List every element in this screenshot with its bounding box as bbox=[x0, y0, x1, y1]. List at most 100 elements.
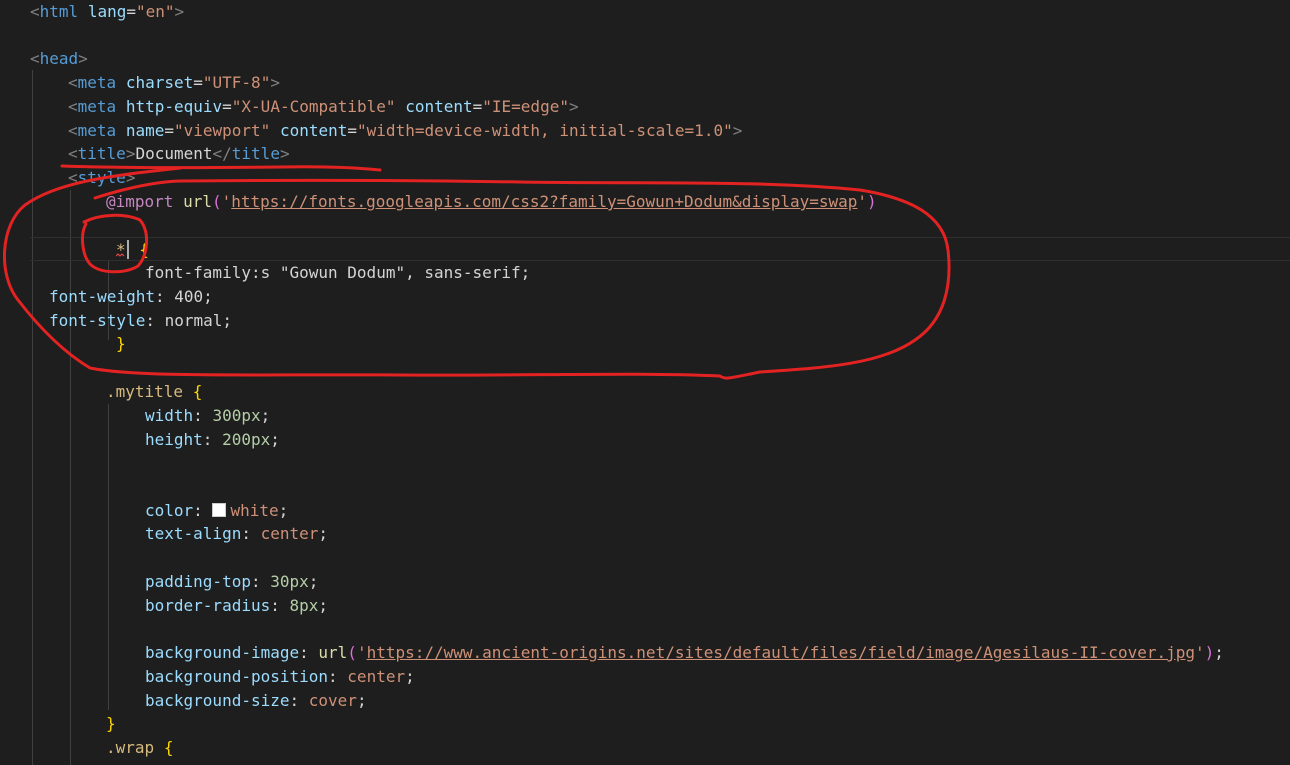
css-value: white bbox=[230, 501, 279, 520]
css-selector: .mytitle bbox=[106, 382, 184, 401]
tag-name: meta bbox=[77, 73, 117, 92]
css-value: normal bbox=[164, 311, 223, 330]
tag-name: meta bbox=[77, 97, 117, 116]
css-value: 300px bbox=[212, 406, 261, 425]
css-property: font-style bbox=[49, 311, 146, 330]
colon: : bbox=[193, 501, 213, 520]
code-line-width[interactable]: width: 300px; bbox=[145, 404, 270, 428]
css-value: 200px bbox=[222, 430, 271, 449]
css-property: background-position bbox=[145, 667, 329, 686]
attr-name: http-equiv bbox=[125, 97, 223, 116]
semicolon: ; bbox=[356, 691, 367, 710]
code-line-html[interactable]: <html lang="en"> bbox=[30, 0, 184, 24]
code-line-meta-charset[interactable]: <meta charset="UTF-8"> bbox=[68, 71, 280, 95]
import-url-link[interactable]: https://fonts.googleapis.com/css2?family… bbox=[231, 192, 857, 211]
tag-bracket: </ bbox=[212, 144, 232, 163]
code-line-color[interactable]: color: white; bbox=[145, 499, 288, 523]
quote: ' bbox=[221, 192, 232, 211]
css-property: font-weight bbox=[49, 287, 155, 306]
tag-name: head bbox=[39, 49, 79, 68]
attr-value: "IE=edge" bbox=[482, 97, 569, 116]
code-line-head[interactable]: <head> bbox=[30, 47, 88, 71]
css-property: padding-top bbox=[145, 572, 251, 591]
tag-bracket: < bbox=[68, 168, 78, 187]
css-value: center bbox=[260, 524, 319, 543]
paren: ) bbox=[867, 192, 877, 211]
semicolon: ; bbox=[278, 501, 289, 520]
code-editor[interactable]: <html lang="en"> <head> <meta charset="U… bbox=[0, 0, 1290, 765]
tag-bracket: > bbox=[78, 49, 88, 68]
semicolon: ; bbox=[222, 311, 233, 330]
brace: { bbox=[139, 240, 149, 259]
colon: : bbox=[193, 406, 213, 425]
tag-bracket: > bbox=[125, 144, 136, 163]
attr-name: charset bbox=[125, 73, 194, 92]
colon: : bbox=[202, 430, 223, 449]
attr-name: content bbox=[279, 121, 348, 140]
tag-bracket: > bbox=[568, 97, 579, 116]
code-line-import[interactable]: @import url('https://fonts.googleapis.co… bbox=[106, 190, 877, 214]
css-property: color bbox=[145, 501, 194, 520]
declaration-text: font-family:s "Gowun Dodum", sans-serif; bbox=[145, 263, 531, 282]
semicolon: ; bbox=[203, 287, 213, 306]
colon: : bbox=[289, 691, 309, 710]
attr-value: "en" bbox=[135, 2, 175, 21]
quote: ' bbox=[356, 643, 367, 662]
code-line-height[interactable]: height: 200px; bbox=[145, 428, 280, 452]
tag-name: meta bbox=[77, 121, 117, 140]
code-line-background-image[interactable]: background-image: url('https://www.ancie… bbox=[145, 641, 1224, 665]
indent-guide bbox=[32, 70, 33, 765]
css-value: cover bbox=[308, 691, 357, 710]
tag-bracket: < bbox=[68, 144, 78, 163]
code-line-universal-selector[interactable]: * { bbox=[30, 237, 1290, 261]
code-line-close-brace[interactable]: } bbox=[116, 332, 126, 356]
attr-value: "X-UA-Compatible" bbox=[231, 97, 396, 116]
quote: ' bbox=[1195, 643, 1205, 662]
code-line-mytitle[interactable]: .mytitle { bbox=[106, 380, 202, 404]
code-line-style-open[interactable]: <style> bbox=[68, 166, 135, 190]
semicolon: ; bbox=[318, 596, 329, 615]
colon: : bbox=[154, 287, 175, 306]
code-line-title[interactable]: <title>Document</title> bbox=[68, 142, 290, 166]
code-line-close-brace[interactable]: } bbox=[106, 712, 116, 736]
attr-equals: = bbox=[126, 2, 136, 21]
tag-bracket: < bbox=[30, 49, 40, 68]
code-line-background-size[interactable]: background-size: cover; bbox=[145, 689, 367, 713]
css-property: text-align bbox=[145, 524, 242, 543]
error-squiggle-icon bbox=[116, 253, 125, 257]
tag-name: title bbox=[231, 144, 280, 163]
indent-guide bbox=[108, 404, 109, 710]
attr-name: lang bbox=[87, 2, 127, 21]
css-value: 8px bbox=[289, 596, 319, 615]
code-line-wrap[interactable]: .wrap { bbox=[106, 736, 173, 760]
css-value: center bbox=[347, 667, 406, 686]
semicolon: ; bbox=[260, 406, 271, 425]
paren: ( bbox=[347, 643, 357, 662]
css-property: background-size bbox=[145, 691, 290, 710]
attr-name: content bbox=[405, 97, 473, 116]
tag-bracket: > bbox=[279, 144, 290, 163]
code-line-text-align[interactable]: text-align: center; bbox=[145, 522, 328, 546]
tag-name: title bbox=[77, 144, 126, 163]
tag-bracket: < bbox=[68, 73, 78, 92]
tag-bracket: > bbox=[174, 2, 185, 21]
background-image-url-link[interactable]: https://www.ancient-origins.net/sites/de… bbox=[367, 643, 1195, 662]
code-line-background-position[interactable]: background-position: center; bbox=[145, 665, 415, 689]
attr-value: "viewport" bbox=[173, 121, 271, 140]
css-value: 400 bbox=[174, 287, 204, 306]
tag-name: style bbox=[77, 168, 126, 187]
colon: : bbox=[145, 311, 165, 330]
brace: { bbox=[192, 382, 203, 401]
code-line-meta-http-equiv[interactable]: <meta http-equiv="X-UA-Compatible" conte… bbox=[68, 95, 579, 119]
code-line-padding-top[interactable]: padding-top: 30px; bbox=[145, 570, 318, 594]
code-line-font-style[interactable]: font-style: normal; bbox=[49, 309, 232, 333]
brace: } bbox=[106, 714, 116, 733]
css-property: background-image bbox=[145, 643, 300, 662]
code-line-font-family[interactable]: font-family:s "Gowun Dodum", sans-serif; bbox=[145, 261, 530, 285]
code-line-meta-viewport[interactable]: <meta name="viewport" content="width=dev… bbox=[68, 119, 742, 143]
code-line-border-radius[interactable]: border-radius: 8px; bbox=[145, 594, 328, 618]
at-rule-keyword: @import bbox=[106, 192, 174, 211]
color-swatch-icon[interactable] bbox=[212, 503, 227, 517]
tag-bracket: > bbox=[125, 168, 136, 187]
code-line-font-weight[interactable]: font-weight: 400; bbox=[49, 285, 213, 309]
